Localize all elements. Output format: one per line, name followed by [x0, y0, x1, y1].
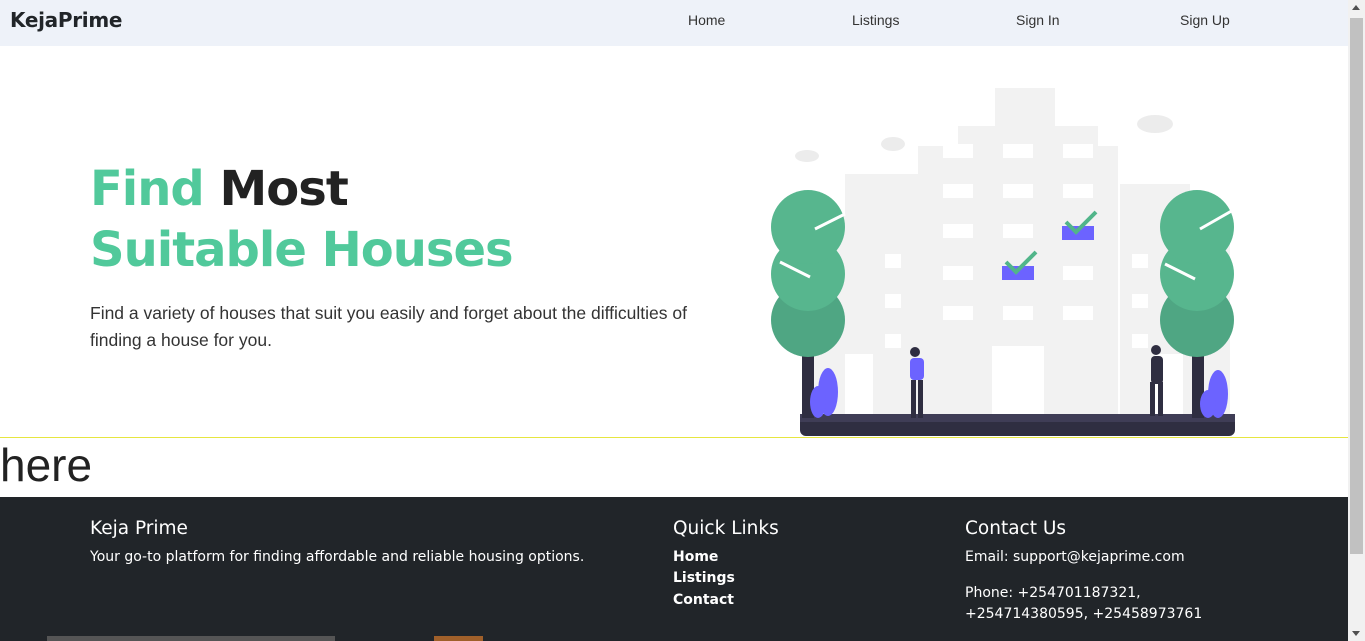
- hero-title-most: Most: [219, 161, 349, 217]
- footer-email: Email: support@kejaprime.com: [965, 549, 1185, 565]
- hero-illustration: [771, 88, 1236, 436]
- footer-contact-title: Contact Us: [965, 518, 1067, 539]
- hero-section: Find Most Suitable Houses Find a variety…: [0, 46, 1348, 438]
- hero-title-find: Find: [90, 161, 205, 217]
- scroll-up-arrow-icon[interactable]: [1352, 5, 1360, 10]
- hero-title-suitable-houses: Suitable Houses: [90, 222, 514, 278]
- nav-link-home[interactable]: Home: [688, 12, 725, 28]
- scroll-thumb[interactable]: [1350, 18, 1363, 554]
- footer-link-home[interactable]: Home: [673, 549, 718, 565]
- footer-link-listings[interactable]: Listings: [673, 570, 735, 586]
- hero-description: Find a variety of houses that suit you e…: [90, 303, 687, 350]
- footer-phone-line1: Phone: +254701187321,: [965, 585, 1141, 601]
- scroll-down-arrow-icon[interactable]: [1352, 631, 1360, 636]
- placeholder-text: here: [0, 439, 93, 491]
- vertical-scrollbar[interactable]: [1348, 0, 1365, 641]
- brand-logo[interactable]: KejaPrime: [10, 8, 122, 32]
- footer: Keja Prime Your go-to platform for findi…: [0, 497, 1348, 641]
- hero-title: Find Most Suitable Houses: [90, 159, 514, 281]
- footer-quick-links-title: Quick Links: [673, 518, 779, 539]
- bottom-strip-accent: [434, 636, 483, 641]
- nav-link-sign-in[interactable]: Sign In: [1016, 12, 1060, 28]
- footer-link-contact[interactable]: Contact: [673, 592, 734, 608]
- navbar: KejaPrime Home Listings Sign In Sign Up: [0, 0, 1348, 46]
- bottom-strip: [47, 636, 335, 641]
- nav-link-sign-up[interactable]: Sign Up: [1180, 12, 1230, 28]
- nav-link-listings[interactable]: Listings: [852, 12, 899, 28]
- footer-about-text: Your go-to platform for finding affordab…: [90, 549, 585, 565]
- footer-phone-line2: +254714380595, +25458973761: [965, 606, 1203, 622]
- footer-about-title: Keja Prime: [90, 518, 188, 539]
